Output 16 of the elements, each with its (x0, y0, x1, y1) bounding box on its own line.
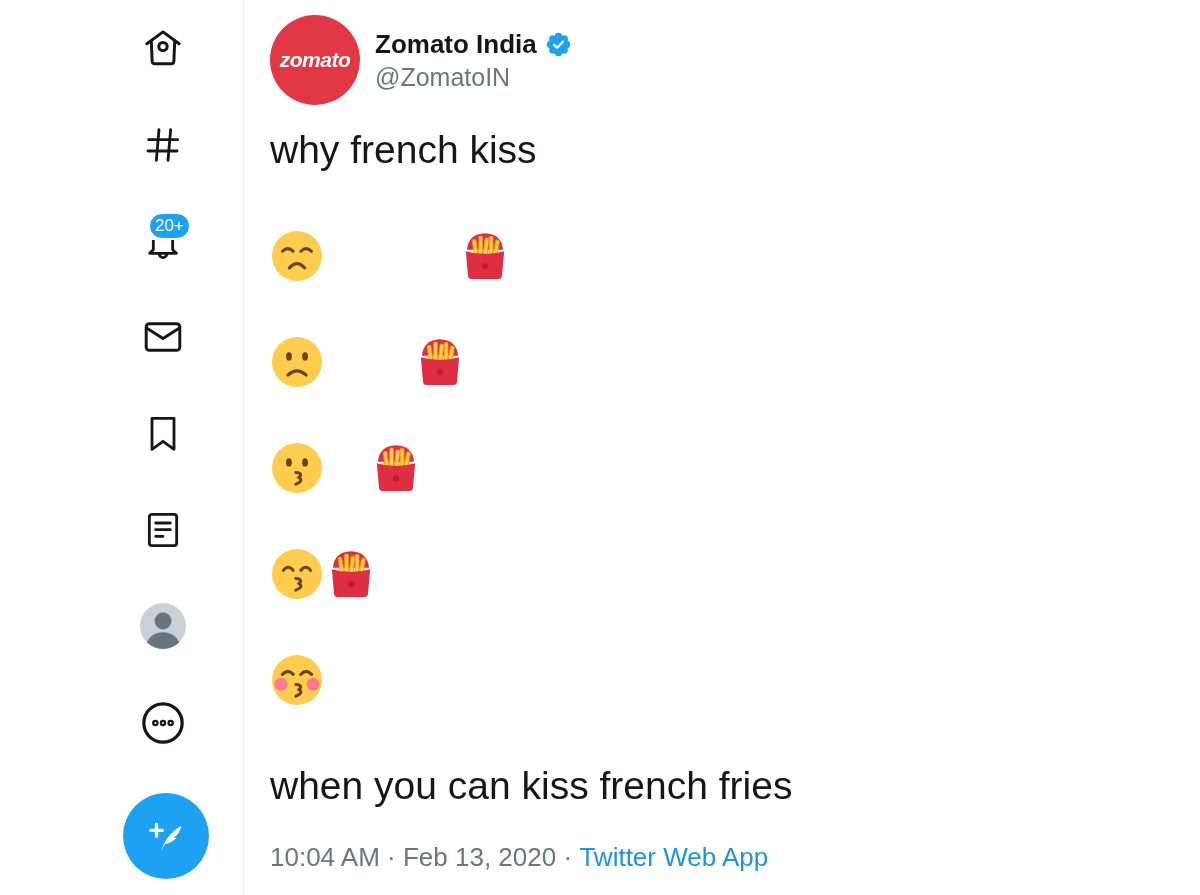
notification-count: 20+ (149, 212, 190, 239)
author-handle: @ZomatoIN (375, 62, 512, 92)
dot-separator: · (563, 841, 573, 874)
frowning-face-icon (272, 336, 322, 387)
tweet-text: why french kiss (270, 127, 538, 173)
avatar-icon[interactable] (140, 603, 186, 650)
brand-logo: zomato (270, 15, 360, 105)
kissing-face-icon (272, 442, 322, 493)
tweet-text: when you can kiss french fries (270, 763, 794, 809)
author-name: Zomato India (375, 28, 537, 60)
tweet-timestamp[interactable]: 10:04 AM · Feb 13, 2020 (270, 840, 557, 874)
more-icon[interactable] (140, 699, 186, 746)
sad-face-icon (272, 230, 322, 281)
kissing-face-icon (272, 548, 322, 599)
source-link[interactable]: Twitter Web App (579, 840, 769, 874)
blushing-kiss-face-icon (272, 654, 322, 705)
